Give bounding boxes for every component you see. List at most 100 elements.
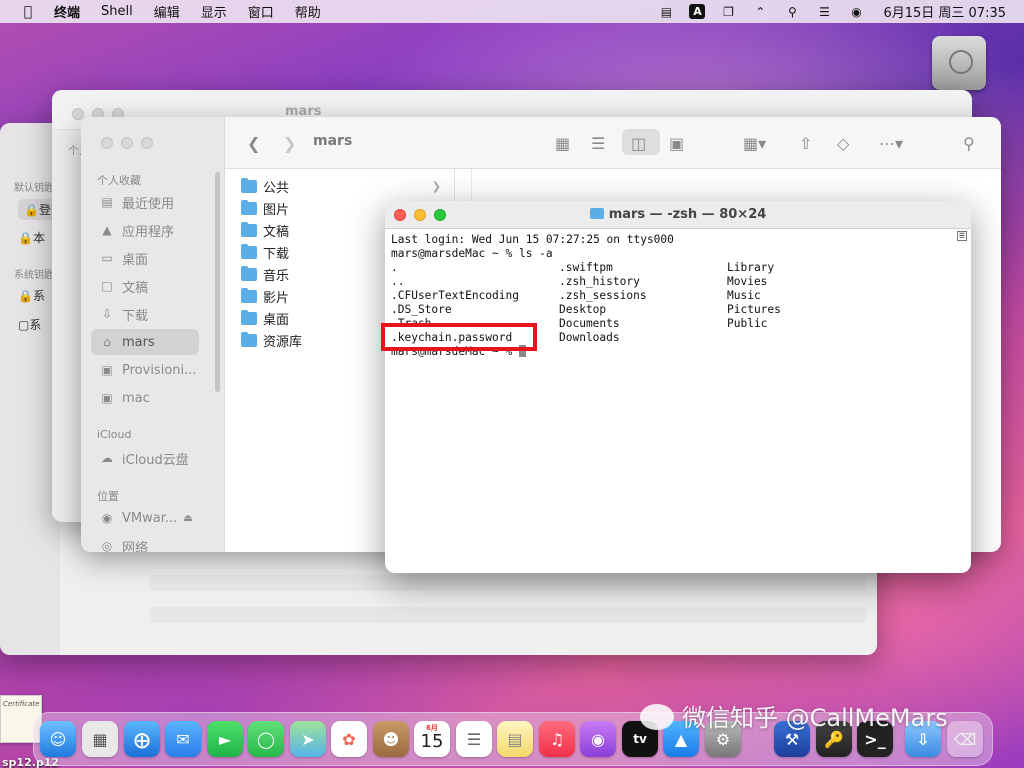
menu-clock[interactable]: 6月15日 周三 07:35 xyxy=(883,2,1006,21)
terminal-output[interactable]: Last login: Wed Jun 15 07:27:25 on ttys0… xyxy=(391,233,957,261)
share-icon[interactable]: ⇧ xyxy=(799,131,812,155)
eject-icon[interactable]: ⏏ xyxy=(183,513,192,524)
hard-disk-icon[interactable] xyxy=(932,36,986,90)
menu-help[interactable]: 帮助 xyxy=(295,2,321,21)
terminal-line: mars@marsdeMac ~ % ls -a xyxy=(391,247,553,260)
menu-bar:  终端 Shell 编辑 显示 窗口 帮助 ▤ A ❐ ⌃ ⚲ ☰ ◉ 6月1… xyxy=(0,0,1024,23)
sidebar-item-vmware[interactable]: ◉ VMwar... ⏏ xyxy=(99,505,209,531)
sidebar-item-network[interactable]: ◎ 网络 xyxy=(99,533,209,552)
folder-icon xyxy=(241,243,257,259)
chevron-right-icon: ❯ xyxy=(431,179,441,193)
list-item[interactable]: 公共 ❯ xyxy=(241,175,441,197)
podcasts-icon[interactable]: ◉ xyxy=(580,721,616,757)
sidebar-item-applications[interactable]: ▲ 应用程序 xyxy=(99,217,209,243)
calendar-icon[interactable]: 6月 15 xyxy=(414,721,450,757)
ls-entry: Public xyxy=(727,317,768,330)
sidebar-item-label: 桌面 xyxy=(122,252,149,268)
sidebar-item-downloads[interactable]: ⇩ 下载 xyxy=(99,301,209,327)
apple-menu-icon[interactable]:  xyxy=(18,4,38,20)
siri-icon[interactable]: ◉ xyxy=(847,5,865,19)
finder-window-controls xyxy=(101,137,153,149)
cloud-icon: ☁ xyxy=(101,451,113,465)
icon-view-icon[interactable]: ▦ xyxy=(555,131,570,155)
search-icon[interactable]: ⚲ xyxy=(783,5,801,19)
keychain-list-row[interactable] xyxy=(150,575,866,591)
photos-icon[interactable]: ✿ xyxy=(331,721,367,757)
folder-icon xyxy=(589,208,604,219)
document-icon: □ xyxy=(101,279,113,293)
finder-icon[interactable]: ☺ xyxy=(40,721,76,757)
menu-view[interactable]: 显示 xyxy=(201,2,227,21)
list-view-icon[interactable]: ☰ xyxy=(591,131,605,155)
column-view-icon[interactable]: ◫ xyxy=(631,131,646,155)
menu-app-name[interactable]: 终端 xyxy=(54,2,80,21)
finder-toolbar: ❮ ❯ mars ▦ ☰ ◫ ▣ ▦▾ ⇧ ◇ ⋯▾ ⚲ xyxy=(225,117,1001,169)
keychain-item-system-roots[interactable]: ▢系 xyxy=(18,316,41,333)
ls-entry: Pictures xyxy=(727,303,781,316)
folder-icon xyxy=(241,287,257,303)
more-actions-icon[interactable]: ⋯▾ xyxy=(879,131,903,155)
menu-window[interactable]: 窗口 xyxy=(248,2,274,21)
terminal-title-text: mars — -zsh — 80×24 xyxy=(608,207,767,222)
sidebar-item-provisioning[interactable]: ▣ Provisioni... xyxy=(99,357,209,383)
terminal-title: mars — -zsh — 80×24 xyxy=(385,207,971,222)
input-source-icon[interactable]: A xyxy=(689,4,706,19)
keychain-item-local[interactable]: 🔒本 xyxy=(18,229,45,246)
sidebar-item-label: mars xyxy=(122,334,155,350)
sidebar-item-label: Provisioni... xyxy=(122,362,197,378)
sidebar-item-label: 最近使用 xyxy=(122,196,175,212)
search-icon[interactable]: ⚲ xyxy=(963,131,975,155)
menu-shell[interactable]: Shell xyxy=(101,4,133,19)
keychain-section-default: 默认钥匙 xyxy=(14,183,54,194)
safari-icon[interactable]: ⨁ xyxy=(124,721,160,757)
tag-icon[interactable]: ◇ xyxy=(837,131,849,155)
zoom-button[interactable] xyxy=(141,137,153,149)
list-item-label: 下载 xyxy=(263,246,290,262)
sidebar-item-label: 下载 xyxy=(122,308,149,324)
applications-icon: ▲ xyxy=(102,223,112,237)
sidebar-scrollbar[interactable] xyxy=(215,172,220,392)
music-icon[interactable]: ♫ xyxy=(539,721,575,757)
group-icon[interactable]: ▦▾ xyxy=(743,131,766,155)
terminal-scroll-indicator[interactable]: ☰ xyxy=(957,231,967,241)
gallery-view-icon[interactable]: ▣ xyxy=(669,131,684,155)
notes-icon[interactable]: ▤ xyxy=(497,721,533,757)
minimize-button[interactable] xyxy=(121,137,133,149)
ls-entry: .. xyxy=(391,275,405,288)
screen-mirror-icon[interactable]: ❐ xyxy=(719,5,737,19)
sidebar-section-favorites: 个人收藏 xyxy=(97,174,141,187)
mail-icon[interactable]: ✉ xyxy=(165,721,201,757)
sidebar-item-home[interactable]: ⌂ mars xyxy=(91,329,199,355)
ls-entry: Documents xyxy=(559,317,620,330)
forward-icon[interactable]: ❯ xyxy=(283,131,296,155)
contacts-icon[interactable]: ☻ xyxy=(373,721,409,757)
terminal-window: mars — -zsh — 80×24 ☰ Last login: Wed Ju… xyxy=(385,201,971,573)
sidebar-item-recents[interactable]: ▤ 最近使用 xyxy=(99,189,209,215)
facetime-icon[interactable]: ► xyxy=(207,721,243,757)
keychain-item-system-roots-label: 系 xyxy=(29,318,42,332)
sidebar-item-mac[interactable]: ▣ mac xyxy=(99,385,209,411)
sidebar-item-icloud-drive[interactable]: ☁ iCloud云盘 xyxy=(99,445,209,471)
trash-icon[interactable]: ⌫ xyxy=(947,721,983,757)
sidebar-item-documents[interactable]: □ 文稿 xyxy=(99,273,209,299)
vmware-icon[interactable]: ▤ xyxy=(657,5,675,19)
list-item-label: 图片 xyxy=(263,202,290,218)
close-button[interactable] xyxy=(101,137,113,149)
folder-icon xyxy=(241,199,257,215)
calendar-day: 15 xyxy=(420,731,444,752)
sidebar-section-icloud: iCloud xyxy=(97,428,132,441)
maps-icon[interactable]: ➤ xyxy=(290,721,326,757)
reminders-icon[interactable]: ☰ xyxy=(456,721,492,757)
back-icon[interactable]: ❮ xyxy=(247,131,260,155)
menu-edit[interactable]: 编辑 xyxy=(154,2,180,21)
keychain-sidebar: 默认钥匙 🔒登 🔒本 系统钥匙 🔒系 ▢系 xyxy=(0,123,60,655)
folder-icon: ▣ xyxy=(101,363,113,377)
messages-icon[interactable]: ◯ xyxy=(248,721,284,757)
wifi-icon[interactable]: ⌃ xyxy=(751,5,769,19)
launchpad-icon[interactable]: ▦ xyxy=(82,721,118,757)
keychain-item-system[interactable]: 🔒系 xyxy=(18,287,45,304)
keychain-list-row[interactable] xyxy=(150,607,866,623)
download-icon: ⇩ xyxy=(101,307,113,321)
control-center-icon[interactable]: ☰ xyxy=(815,5,833,19)
sidebar-item-desktop[interactable]: ▭ 桌面 xyxy=(99,245,209,271)
